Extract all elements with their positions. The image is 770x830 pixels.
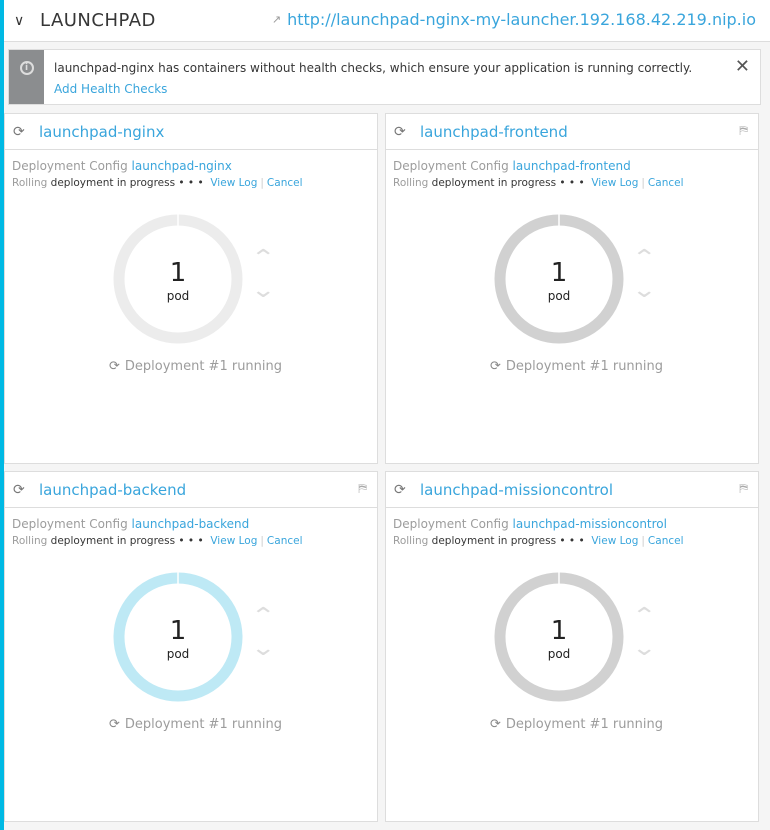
- deployment-card: ⟳ launchpad-backend ⛿ Deployment Config …: [4, 471, 378, 822]
- pod-count: 1: [550, 616, 568, 646]
- deployment-config-icon: ⟳: [13, 123, 25, 140]
- config-label: Deployment Config: [12, 517, 128, 531]
- view-log-link[interactable]: View Log: [210, 535, 257, 547]
- deployment-status: Deployment #1 running: [124, 717, 283, 732]
- deployment-name-link[interactable]: launchpad-backend: [39, 481, 186, 499]
- scale-up-icon[interactable]: ⌃: [250, 246, 276, 271]
- pod-label: pod: [166, 647, 190, 661]
- deployment-config-icon: ⟳: [394, 123, 406, 140]
- config-label: Deployment Config: [393, 159, 509, 173]
- view-log-link[interactable]: View Log: [210, 177, 257, 189]
- progress-text: deployment in progress: [431, 177, 557, 189]
- cancel-link[interactable]: Cancel: [267, 535, 303, 547]
- progress-dots: • • •: [178, 177, 204, 189]
- progress-text: deployment in progress: [50, 535, 176, 547]
- deployment-card: ⟳ launchpad-nginx Deployment Config laun…: [4, 113, 378, 464]
- progress-dots: • • •: [559, 177, 585, 189]
- deployment-name-link[interactable]: launchpad-nginx: [39, 123, 164, 141]
- scale-up-icon[interactable]: ⌃: [250, 604, 276, 629]
- add-health-checks-link[interactable]: Add Health Checks: [54, 82, 167, 96]
- config-link[interactable]: launchpad-missioncontrol: [513, 517, 667, 531]
- app-header: ∨ LAUNCHPAD ↗ http://launchpad-nginx-my-l…: [4, 0, 770, 42]
- pod-label: pod: [547, 289, 571, 303]
- cancel-link[interactable]: Cancel: [648, 177, 684, 189]
- scale-up-icon[interactable]: ⌃: [631, 246, 657, 271]
- scale-up-icon[interactable]: ⌃: [631, 604, 657, 629]
- strategy-label: Rolling: [393, 535, 429, 547]
- deployment-name-link[interactable]: launchpad-frontend: [420, 123, 568, 141]
- pod-label: pod: [166, 289, 190, 303]
- scale-down-icon[interactable]: ⌄: [250, 278, 276, 303]
- alert-message: launchpad-nginx has containers without h…: [54, 61, 693, 75]
- pod-count: 1: [169, 258, 187, 288]
- config-link[interactable]: launchpad-nginx: [132, 159, 232, 173]
- deployment-config-icon: ⟳: [13, 481, 25, 498]
- refresh-icon: ⟳: [490, 359, 501, 374]
- scale-down-icon[interactable]: ⌄: [631, 636, 657, 661]
- deployment-status: Deployment #1 running: [124, 359, 283, 374]
- deployment-status: Deployment #1 running: [505, 717, 664, 732]
- app-title: LAUNCHPAD: [40, 10, 156, 31]
- deployment-name-link[interactable]: launchpad-missioncontrol: [420, 481, 613, 499]
- broken-link-icon: ⛿: [358, 481, 367, 495]
- progress-dots: • • •: [559, 535, 585, 547]
- pod-count: 1: [550, 258, 568, 288]
- external-link-icon: ↗: [271, 13, 282, 26]
- strategy-label: Rolling: [393, 177, 429, 189]
- pod-count: 1: [169, 616, 187, 646]
- config-label: Deployment Config: [12, 159, 128, 173]
- strategy-label: Rolling: [12, 177, 48, 189]
- scale-down-icon[interactable]: ⌄: [250, 636, 276, 661]
- pod-label: pod: [547, 647, 571, 661]
- config-link[interactable]: launchpad-frontend: [513, 159, 631, 173]
- broken-link-icon: ⛿: [739, 123, 748, 137]
- chevron-down-icon[interactable]: ∨: [14, 13, 28, 29]
- deployment-card: ⟳ launchpad-missioncontrol ⛿ Deployment …: [385, 471, 759, 822]
- refresh-icon: ⟳: [490, 717, 501, 732]
- info-icon: i: [19, 61, 34, 75]
- view-log-link[interactable]: View Log: [591, 177, 638, 189]
- refresh-icon: ⟳: [109, 359, 120, 374]
- health-check-alert: i launchpad-nginx has containers without…: [8, 49, 761, 105]
- cancel-link[interactable]: Cancel: [648, 535, 684, 547]
- broken-link-icon: ⛿: [739, 481, 748, 495]
- progress-text: deployment in progress: [431, 535, 557, 547]
- deployment-card: ⟳ launchpad-frontend ⛿ Deployment Config…: [385, 113, 759, 464]
- deployment-config-icon: ⟳: [394, 481, 406, 498]
- progress-dots: • • •: [178, 535, 204, 547]
- scale-down-icon[interactable]: ⌄: [631, 278, 657, 303]
- close-icon[interactable]: ✕: [735, 56, 750, 77]
- progress-text: deployment in progress: [50, 177, 176, 189]
- refresh-icon: ⟳: [109, 717, 120, 732]
- route-url-link[interactable]: http://launchpad-nginx-my-launcher.192.1…: [287, 10, 756, 29]
- deployment-status: Deployment #1 running: [505, 359, 664, 374]
- config-label: Deployment Config: [393, 517, 509, 531]
- strategy-label: Rolling: [12, 535, 48, 547]
- cancel-link[interactable]: Cancel: [267, 177, 303, 189]
- view-log-link[interactable]: View Log: [591, 535, 638, 547]
- config-link[interactable]: launchpad-backend: [132, 517, 250, 531]
